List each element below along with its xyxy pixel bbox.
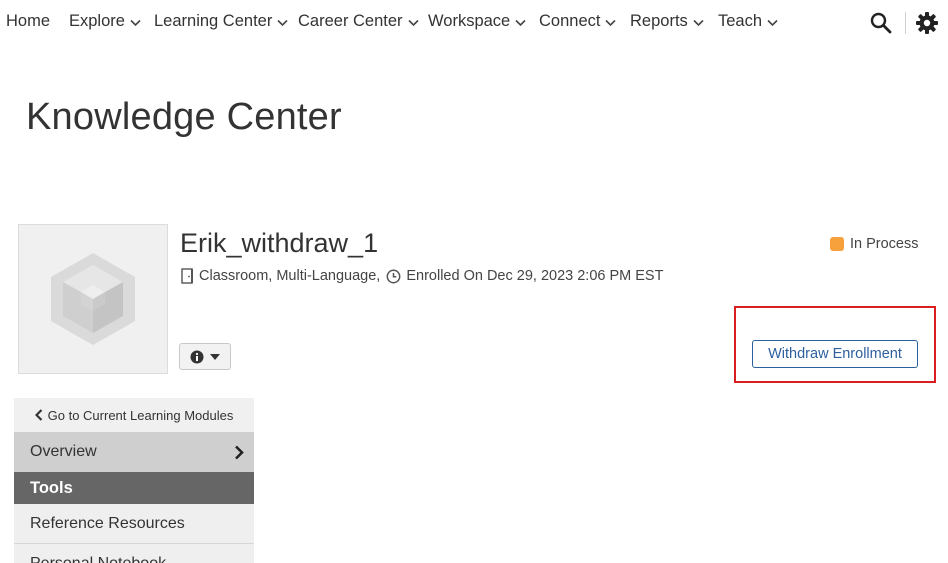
chevron-down-icon: [693, 19, 704, 26]
top-navigation: Home Explore Learning Center Career Cent…: [0, 0, 948, 46]
nav-explore-label: Explore: [69, 12, 125, 30]
nav-learning-center-label: Learning Center: [154, 12, 273, 30]
chevron-down-icon: [767, 19, 778, 26]
course-title: Erik_withdraw_1: [180, 228, 379, 258]
sidebar-item-overview[interactable]: Overview: [14, 432, 254, 472]
course-type: Classroom, Multi-Language,: [199, 268, 381, 284]
clock-icon: [386, 269, 401, 283]
search-icon: [870, 12, 892, 34]
sidebar-section-tools: Tools: [14, 472, 254, 504]
sidebar-item-label: Reference Resources: [30, 514, 185, 532]
nav-home-label: Home: [6, 12, 51, 30]
course-thumbnail: [18, 224, 168, 374]
nav-teach[interactable]: Teach: [718, 12, 778, 31]
sidebar-item-reference-resources[interactable]: Reference Resources: [14, 504, 254, 544]
nav-career-center-label: Career Center: [298, 12, 403, 30]
page-title: Knowledge Center: [26, 96, 342, 138]
nav-learning-center[interactable]: Learning Center: [154, 12, 288, 31]
chevron-down-icon: [515, 19, 526, 26]
status-indicator: [830, 237, 844, 251]
nav-teach-label: Teach: [718, 12, 763, 30]
nav-career-center[interactable]: Career Center: [298, 12, 419, 31]
door-icon: [181, 268, 193, 284]
info-dropdown-button[interactable]: [179, 343, 231, 370]
nav-connect-label: Connect: [539, 12, 601, 30]
back-to-modules-link[interactable]: Go to Current Learning Modules: [14, 398, 254, 432]
chevron-left-icon: [34, 409, 42, 421]
nav-explore[interactable]: Explore: [69, 12, 141, 31]
chevron-right-icon: [235, 445, 244, 459]
nav-reports[interactable]: Reports: [630, 12, 704, 31]
back-link-label: Go to Current Learning Modules: [47, 407, 234, 423]
chevron-down-icon: [277, 19, 288, 26]
gear-icon: [916, 12, 938, 34]
status-label: In Process: [850, 236, 919, 252]
nav-divider: [905, 12, 906, 34]
chevron-down-icon: [407, 19, 419, 26]
chevron-down-icon: [605, 19, 617, 26]
sidebar-item-label: Overview: [30, 443, 97, 460]
course-meta: Classroom, Multi-Language, Enrolled On D…: [180, 268, 663, 284]
nav-home[interactable]: Home: [6, 12, 50, 31]
withdraw-enrollment-button[interactable]: Withdraw Enrollment: [752, 340, 918, 368]
cube-placeholder-icon: [51, 253, 135, 345]
chevron-down-icon: [130, 19, 141, 26]
settings-button[interactable]: [915, 11, 939, 35]
search-button[interactable]: [869, 11, 893, 35]
nav-reports-label: Reports: [630, 12, 688, 30]
enrolled-date: Enrolled On Dec 29, 2023 2:06 PM EST: [406, 268, 664, 284]
nav-workspace[interactable]: Workspace: [428, 12, 526, 31]
nav-workspace-label: Workspace: [428, 12, 511, 30]
sidebar-item-personal-notebook[interactable]: Personal Notebook: [14, 544, 254, 563]
sidebar-item-label: Personal Notebook: [30, 555, 166, 563]
sidebar: Go to Current Learning Modules Overview …: [14, 398, 254, 563]
nav-connect[interactable]: Connect: [539, 12, 617, 31]
status-badge: In Process: [830, 236, 919, 252]
info-circle-icon: [190, 350, 204, 363]
caret-down-icon: [210, 353, 220, 360]
sidebar-section-label: Tools: [30, 478, 73, 497]
